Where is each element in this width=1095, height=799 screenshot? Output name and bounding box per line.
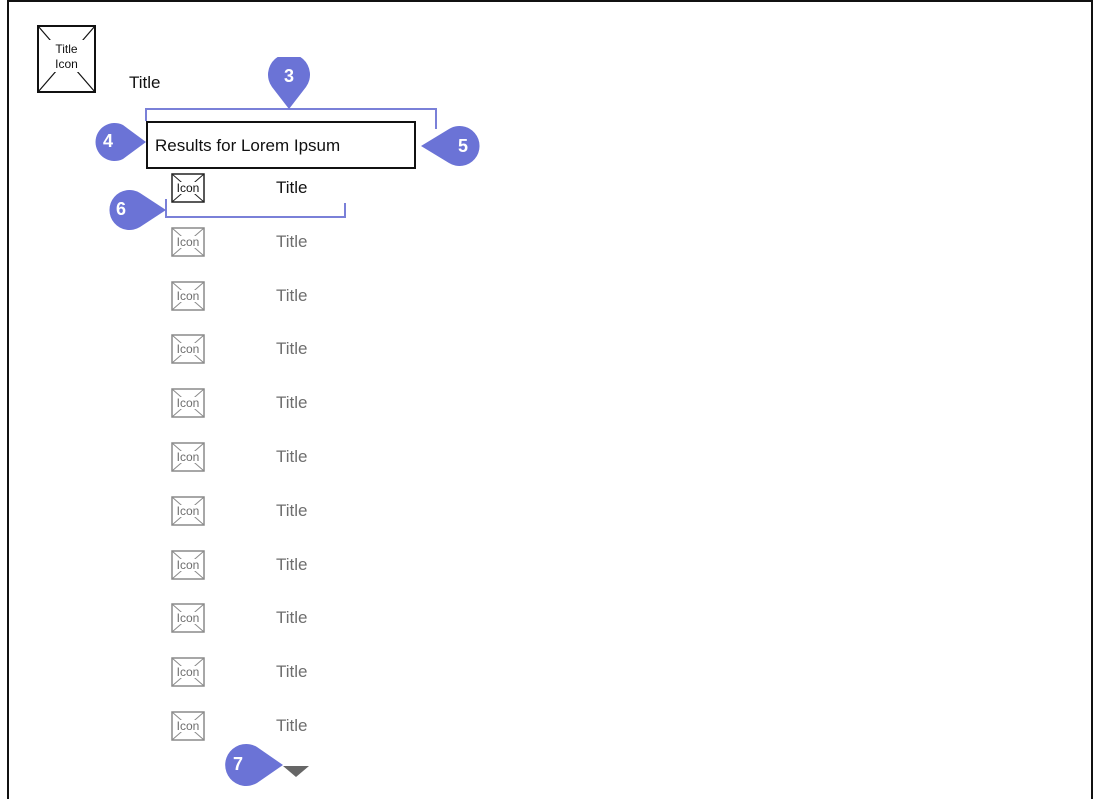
annotation-callout-3: 3 — [268, 53, 310, 109]
annotation-callout-6: 6 — [104, 190, 166, 230]
annotation-callout-7: 7 — [221, 743, 283, 787]
annotation-brackets — [145, 108, 437, 218]
annotation-callout-4: 4 — [90, 122, 146, 162]
annotation-callout-5: 5 — [421, 126, 483, 166]
